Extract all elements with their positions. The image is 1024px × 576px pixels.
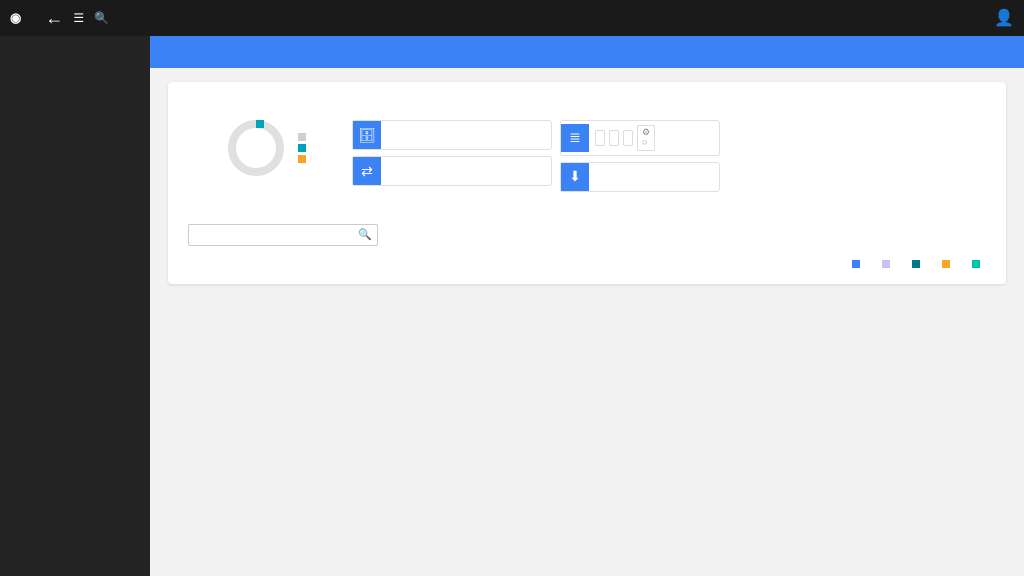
database-icon: 🗄 (353, 121, 381, 149)
sidebar-section (0, 86, 150, 100)
trace-search-input[interactable] (188, 224, 378, 246)
chart-legend (188, 252, 986, 268)
search-icon: 🔍 (94, 11, 109, 25)
menu-icon[interactable]: ☰ (73, 11, 84, 25)
back-icon[interactable]: ← (45, 8, 63, 29)
user-icon[interactable]: 👤 (994, 8, 1014, 28)
legend-item (298, 133, 312, 141)
sidebar-section (0, 44, 150, 58)
logo: ◉ (10, 10, 25, 26)
legend-item (298, 144, 312, 152)
finding[interactable]: ⬇ (560, 162, 720, 192)
finding[interactable]: ≣ ⚙○ (560, 120, 720, 156)
global-search-input[interactable] (115, 11, 365, 25)
finding[interactable]: ⇄ (352, 156, 552, 186)
sidebar-section (0, 72, 150, 86)
sidebar-section (0, 58, 150, 72)
search-icon: 🔍 (358, 228, 372, 241)
list-icon: ≣ (561, 124, 589, 152)
finding[interactable]: 🗄 (352, 120, 552, 150)
sidebar (0, 36, 150, 576)
legend-item (298, 155, 312, 163)
donut-chart (228, 120, 284, 176)
breadcrumbs (150, 36, 1024, 68)
proxy-icon: ⇄ (353, 157, 381, 185)
requests-icon: ⬇ (561, 163, 589, 191)
